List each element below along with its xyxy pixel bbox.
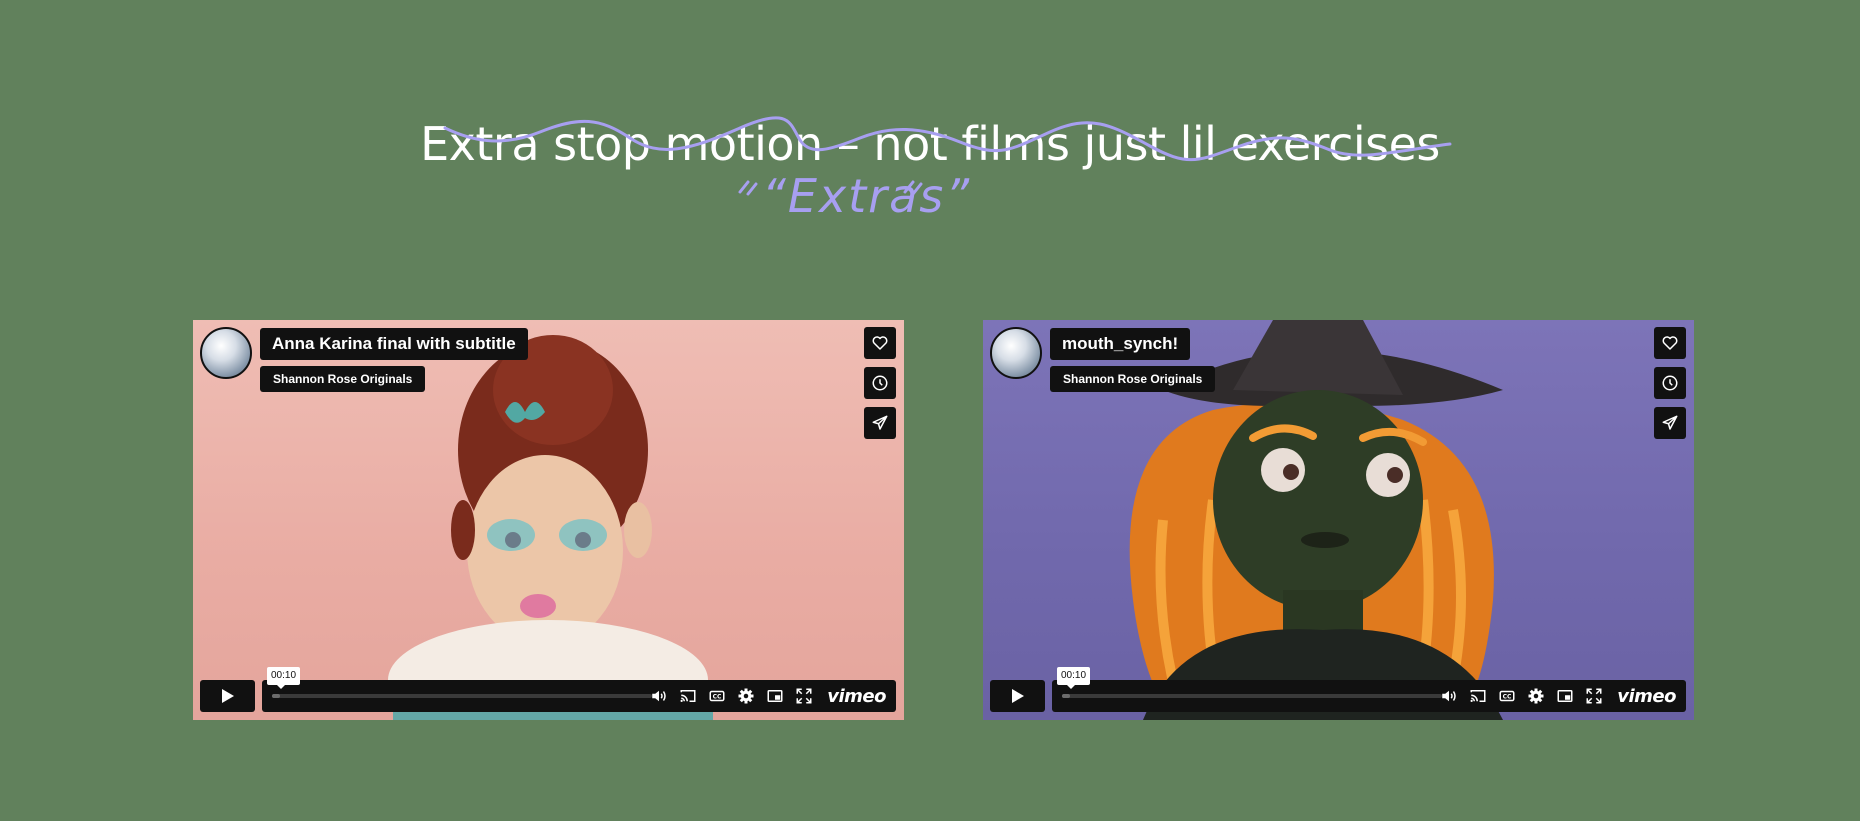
page-heading: Extra stop motion – not films just lil e… (0, 0, 1860, 240)
handwritten-extras-note: “Extras” (762, 169, 972, 223)
heart-icon (1662, 336, 1678, 350)
fullscreen-button[interactable] (1584, 686, 1604, 706)
video-owner[interactable]: Shannon Rose Originals (260, 366, 426, 392)
timestamp-tooltip: 00:10 (267, 667, 301, 689)
volume-icon (1442, 690, 1457, 702)
gear-icon (738, 688, 754, 704)
share-button[interactable] (1654, 407, 1686, 439)
control-bar: 00:10 CC vimeo (262, 667, 896, 712)
svg-text:CC: CC (1503, 694, 1512, 701)
fullscreen-button[interactable] (794, 686, 814, 706)
cast-button[interactable] (1468, 686, 1488, 706)
cast-icon (1470, 690, 1486, 702)
player-controls: 00:10 CC vimeo (990, 667, 1686, 712)
video-owner[interactable]: Shannon Rose Originals (1050, 366, 1216, 392)
pip-button[interactable] (765, 686, 785, 706)
play-button[interactable] (990, 680, 1045, 712)
volume-icon (652, 690, 667, 702)
player-controls: 00:10 CC vimeo (200, 667, 896, 712)
video-player-anna-karina[interactable]: Anna Karina final with subtitle Shannon … (193, 320, 904, 720)
control-bar: 00:10 CC vimeo (1052, 667, 1686, 712)
play-icon (221, 689, 234, 703)
vimeo-logo[interactable]: vimeo (827, 686, 886, 707)
like-button[interactable] (864, 327, 896, 359)
play-icon (1011, 689, 1024, 703)
pip-button[interactable] (1555, 686, 1575, 706)
send-icon (1662, 415, 1678, 430)
cast-button[interactable] (678, 686, 698, 706)
volume-button[interactable] (649, 686, 669, 706)
owner-avatar[interactable] (990, 327, 1042, 379)
send-icon (872, 415, 888, 430)
cc-icon: CC (709, 690, 725, 702)
watch-later-button[interactable] (864, 367, 896, 399)
play-button[interactable] (200, 680, 255, 712)
clock-icon (1662, 375, 1678, 391)
clock-icon (872, 375, 888, 391)
progress-bar[interactable]: 00:10 (267, 667, 652, 698)
progress-fill (272, 694, 280, 698)
captions-button[interactable]: CC (707, 686, 727, 706)
video-player-mouth-synch[interactable]: mouth_synch! Shannon Rose Originals 00:1… (983, 320, 1694, 720)
settings-button[interactable] (736, 686, 756, 706)
progress-bar[interactable]: 00:10 (1057, 667, 1442, 698)
timestamp-tooltip: 00:10 (1057, 667, 1091, 689)
pip-icon (1557, 690, 1573, 702)
captions-button[interactable]: CC (1497, 686, 1517, 706)
heart-icon (872, 336, 888, 350)
gear-icon (1528, 688, 1544, 704)
like-button[interactable] (1654, 327, 1686, 359)
progress-fill (1062, 694, 1070, 698)
fullscreen-icon (1586, 688, 1602, 704)
owner-avatar[interactable] (200, 327, 252, 379)
video-title[interactable]: mouth_synch! (1050, 328, 1191, 360)
volume-button[interactable] (1439, 686, 1459, 706)
watch-later-button[interactable] (1654, 367, 1686, 399)
share-button[interactable] (864, 407, 896, 439)
settings-button[interactable] (1526, 686, 1546, 706)
pip-icon (767, 690, 783, 702)
svg-text:CC: CC (713, 694, 722, 701)
cast-icon (680, 690, 696, 702)
video-title[interactable]: Anna Karina final with subtitle (260, 328, 528, 360)
cc-icon: CC (1499, 690, 1515, 702)
vimeo-logo[interactable]: vimeo (1617, 686, 1676, 707)
fullscreen-icon (796, 688, 812, 704)
